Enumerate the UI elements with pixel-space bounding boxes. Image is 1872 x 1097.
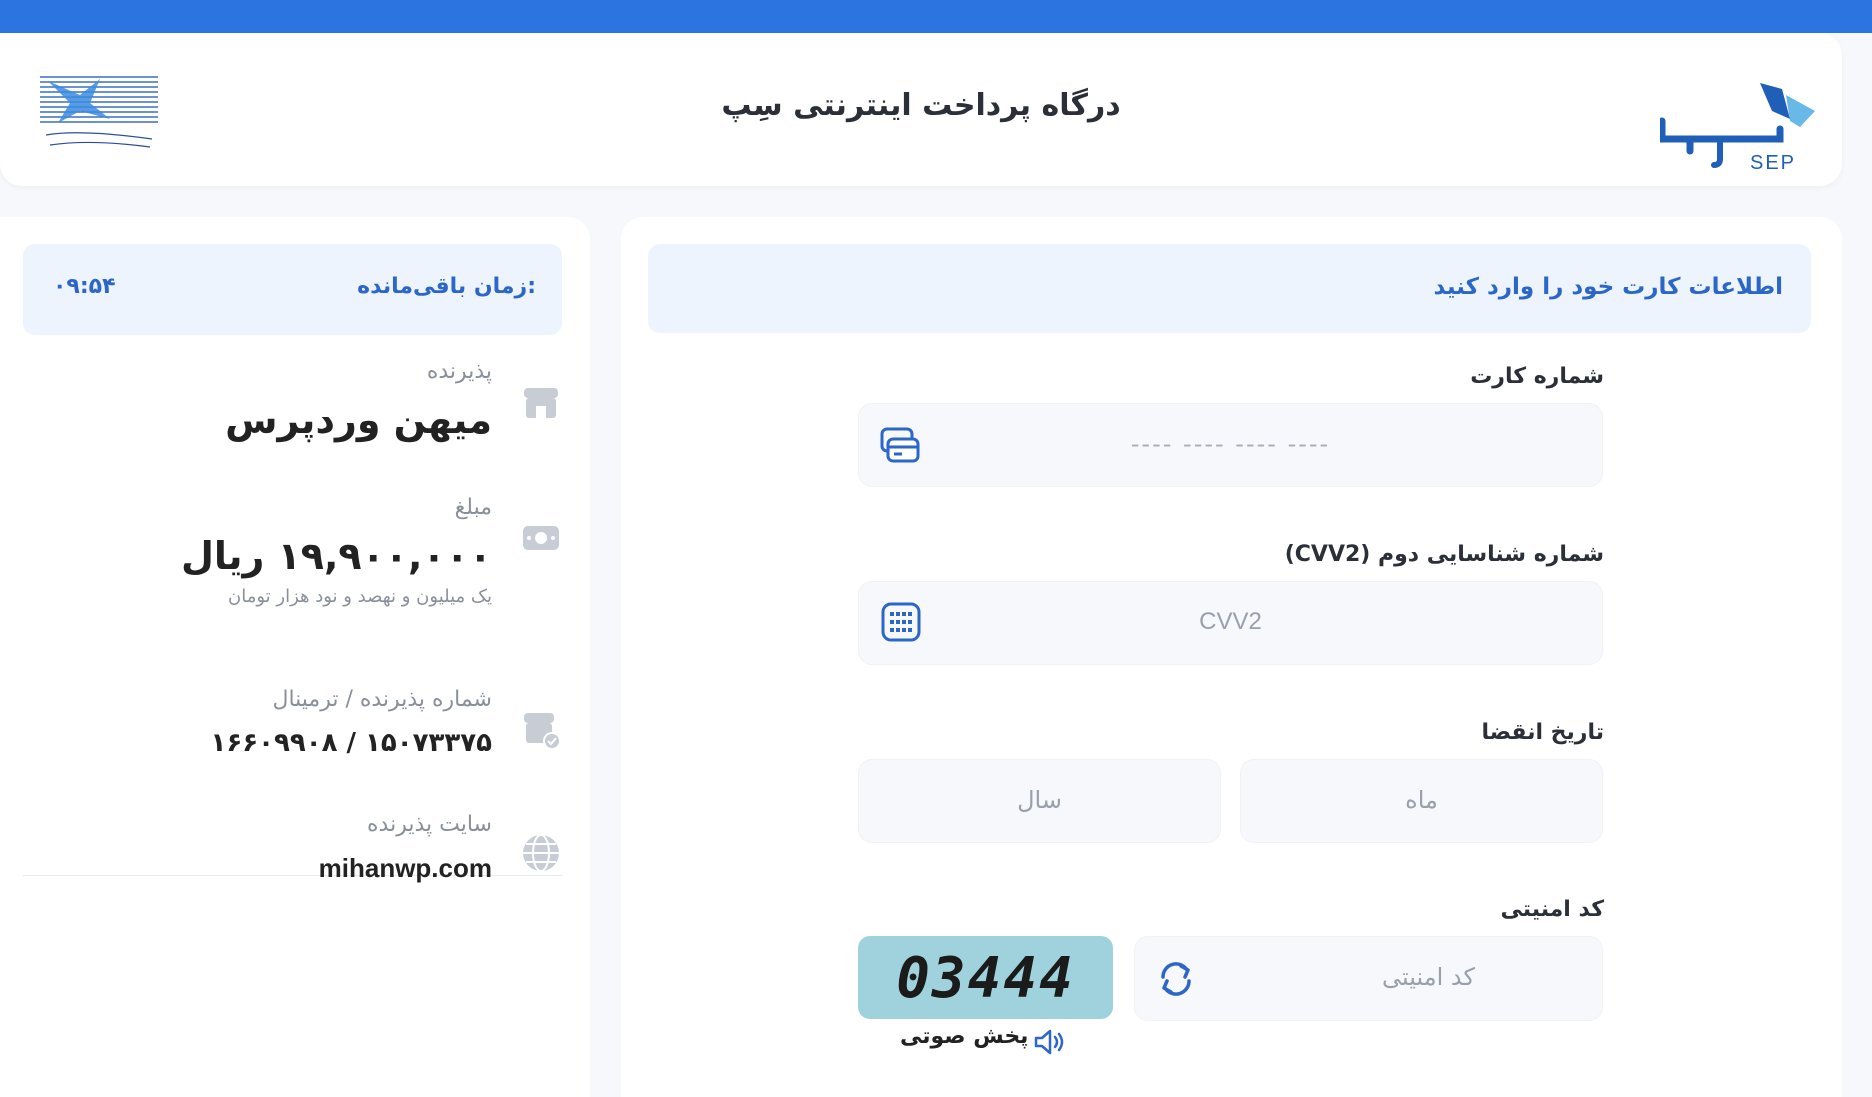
amount-label: مبلغ bbox=[454, 495, 492, 520]
acceptor-value: میهن وردپرس bbox=[225, 398, 492, 442]
page-title: درگاه پرداخت اینترنتی سِپ bbox=[721, 88, 1121, 123]
store-icon bbox=[524, 388, 558, 418]
expiry-label: تاریخ انقضا bbox=[1481, 720, 1604, 745]
cvv2-placeholder: CVV2 bbox=[1199, 608, 1262, 635]
gateway-header: درگاه پرداخت اینترنتی سِپ SEP bbox=[0, 33, 1842, 186]
speaker-icon bbox=[1034, 1029, 1064, 1055]
captcha-input[interactable]: کد امنیتی bbox=[1134, 936, 1603, 1021]
terminal-label: شماره پذیرنده / ترمینال bbox=[272, 687, 492, 712]
month-placeholder: ماه bbox=[1405, 786, 1438, 814]
site-value: mihanwp.com bbox=[318, 853, 492, 883]
amount-value: ۱۹,۹۰۰,۰۰۰ ریال bbox=[180, 534, 492, 578]
timer-value: ۰۹:۵۴ bbox=[53, 274, 116, 299]
top-accent-bar bbox=[0, 0, 1872, 33]
card-number-label: شماره کارت bbox=[1470, 364, 1604, 389]
money-icon bbox=[523, 526, 559, 550]
expiry-month-input[interactable]: ماه bbox=[1240, 759, 1603, 843]
captcha-image-text: 03444 bbox=[896, 946, 1075, 1011]
timer-box: زمان باقی‌مانده: ۰۹:۵۴ bbox=[23, 244, 562, 335]
svg-text:SEP: SEP bbox=[1750, 152, 1796, 174]
card-icon bbox=[880, 427, 920, 463]
captcha-placeholder: کد امنیتی bbox=[1382, 963, 1475, 991]
amount-block: مبلغ ۱۹,۹۰۰,۰۰۰ ریال یک میلیون و نهصد و … bbox=[181, 495, 492, 607]
amount-in-words: یک میلیون و نهصد و نود هزار تومان bbox=[228, 586, 492, 607]
acceptor-block: پذیرنده میهن وردپرس bbox=[225, 359, 492, 442]
timer-label: زمان باقی‌مانده: bbox=[357, 274, 536, 299]
form-header: اطلاعات کارت خود را وارد کنید bbox=[648, 244, 1811, 333]
form-header-text: اطلاعات کارت خود را وارد کنید bbox=[1433, 274, 1783, 300]
terminal-block: شماره پذیرنده / ترمینال ۱۵۰۷۳۳۷۵ / ۱۶۶۰۹… bbox=[210, 687, 492, 758]
captcha-image: 03444 bbox=[858, 936, 1113, 1019]
terminal-value: ۱۵۰۷۳۳۷۵ / ۱۶۶۰۹۹۰۸ bbox=[210, 728, 492, 758]
acceptor-label: پذیرنده bbox=[426, 359, 492, 384]
card-number-input[interactable]: ---- ---- ---- ---- bbox=[858, 403, 1603, 487]
merchant-info-panel: زمان باقی‌مانده: ۰۹:۵۴ پذیرنده میهن وردپ… bbox=[0, 217, 590, 1097]
cvv2-input[interactable]: CVV2 bbox=[858, 581, 1603, 665]
site-label: سایت پذیرنده bbox=[367, 812, 492, 837]
keypad-icon bbox=[881, 602, 921, 642]
year-placeholder: سال bbox=[1017, 786, 1062, 814]
store-check-icon bbox=[524, 713, 561, 750]
cvv2-label: شماره شناسایی دوم (CVV2) bbox=[1284, 542, 1604, 567]
globe-icon bbox=[523, 834, 559, 872]
expiry-year-input[interactable]: سال bbox=[858, 759, 1221, 843]
sep-logo: SEP bbox=[1660, 83, 1815, 174]
audio-label: پخش صوتی bbox=[900, 1024, 1029, 1049]
audio-captcha-button[interactable]: پخش صوتی bbox=[900, 1024, 1064, 1055]
refresh-icon[interactable] bbox=[1155, 959, 1197, 999]
captcha-label: کد امنیتی bbox=[1500, 897, 1604, 922]
card-number-placeholder: ---- ---- ---- ---- bbox=[1130, 430, 1331, 458]
site-block: سایت پذیرنده mihanwp.com bbox=[319, 812, 492, 884]
